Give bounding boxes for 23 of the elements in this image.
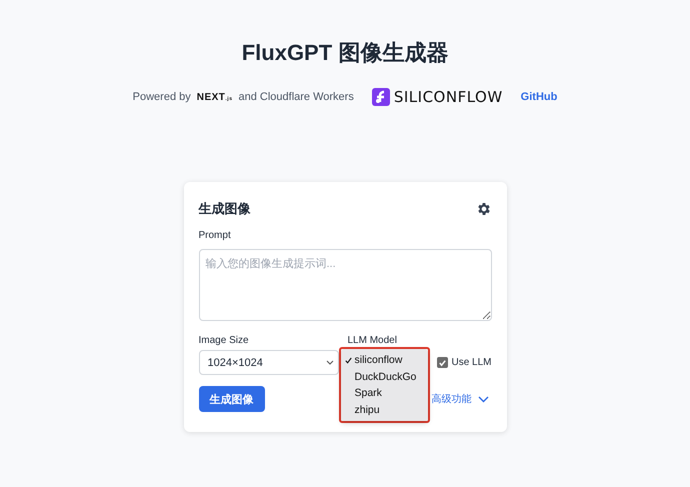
dropdown-option[interactable]: siliconflow [354, 352, 402, 368]
powered-by-text: Powered by [132, 91, 191, 103]
card-title: 生成图像 [198, 200, 250, 218]
siliconflow-logo-icon [372, 88, 390, 106]
image-size-label: Image Size [198, 335, 250, 346]
powered-by-text: and Cloudflare Workers [238, 91, 354, 103]
image-size-select[interactable]: 1024×1024 [198, 350, 340, 375]
generate-button[interactable]: 生成图像 [198, 386, 264, 412]
chevron-down-icon [478, 396, 488, 402]
dropdown-option[interactable]: zhipu [354, 402, 380, 418]
advanced-toggle[interactable]: 高级功能 [432, 392, 492, 406]
dropdown-option[interactable]: DuckDuckGo [354, 368, 416, 385]
prompt-label: Prompt [198, 230, 232, 241]
llm-model-label: LLM Model [347, 335, 398, 346]
use-llm-checkbox[interactable] [437, 357, 448, 368]
chevron-down-icon [326, 360, 334, 366]
page-title: FluxGPT 图像生成器 [242, 39, 448, 67]
github-link[interactable]: GitHub [520, 91, 558, 103]
dropdown-option[interactable]: Spark [354, 385, 382, 402]
settings-icon[interactable] [476, 201, 492, 217]
prompt-input-field[interactable]: 输入您的图像生成提示词... [198, 249, 492, 321]
use-llm-label: Use LLM [451, 357, 492, 368]
siliconflow-logo: SILICONFLOW [394, 88, 503, 106]
